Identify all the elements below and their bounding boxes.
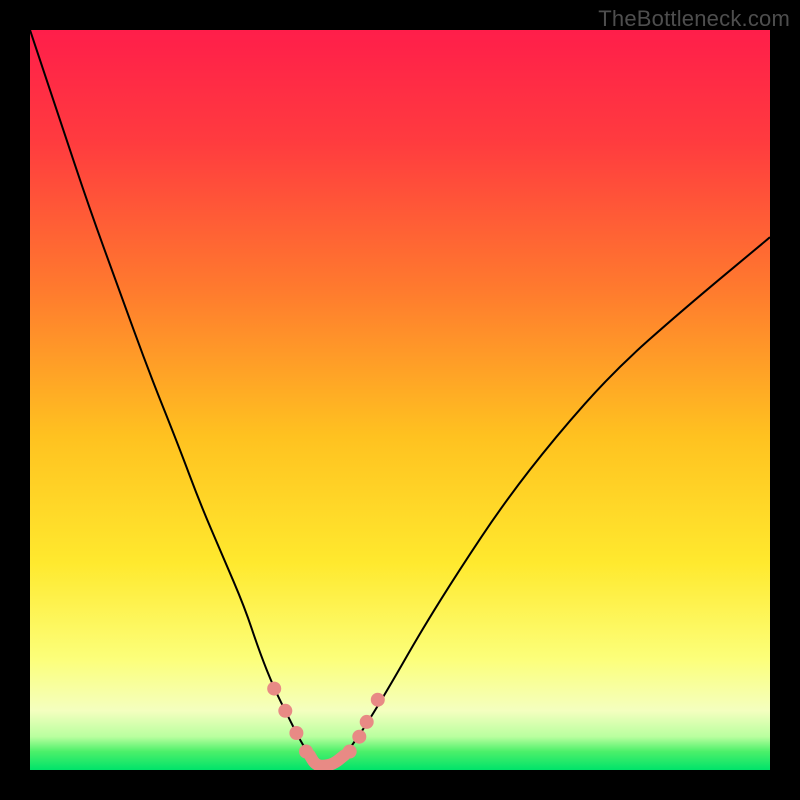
marker-dot	[267, 682, 281, 696]
marker-dot	[360, 715, 374, 729]
plot-area	[30, 30, 770, 770]
marker-dot	[371, 693, 385, 707]
marker-dot	[352, 730, 366, 744]
watermark-text: TheBottleneck.com	[598, 6, 790, 32]
marker-dot	[278, 704, 292, 718]
marker-dot	[299, 745, 313, 759]
marker-dot	[343, 745, 357, 759]
gradient-background	[30, 30, 770, 770]
chart-frame: TheBottleneck.com	[0, 0, 800, 800]
chart-svg	[30, 30, 770, 770]
marker-dot	[289, 726, 303, 740]
